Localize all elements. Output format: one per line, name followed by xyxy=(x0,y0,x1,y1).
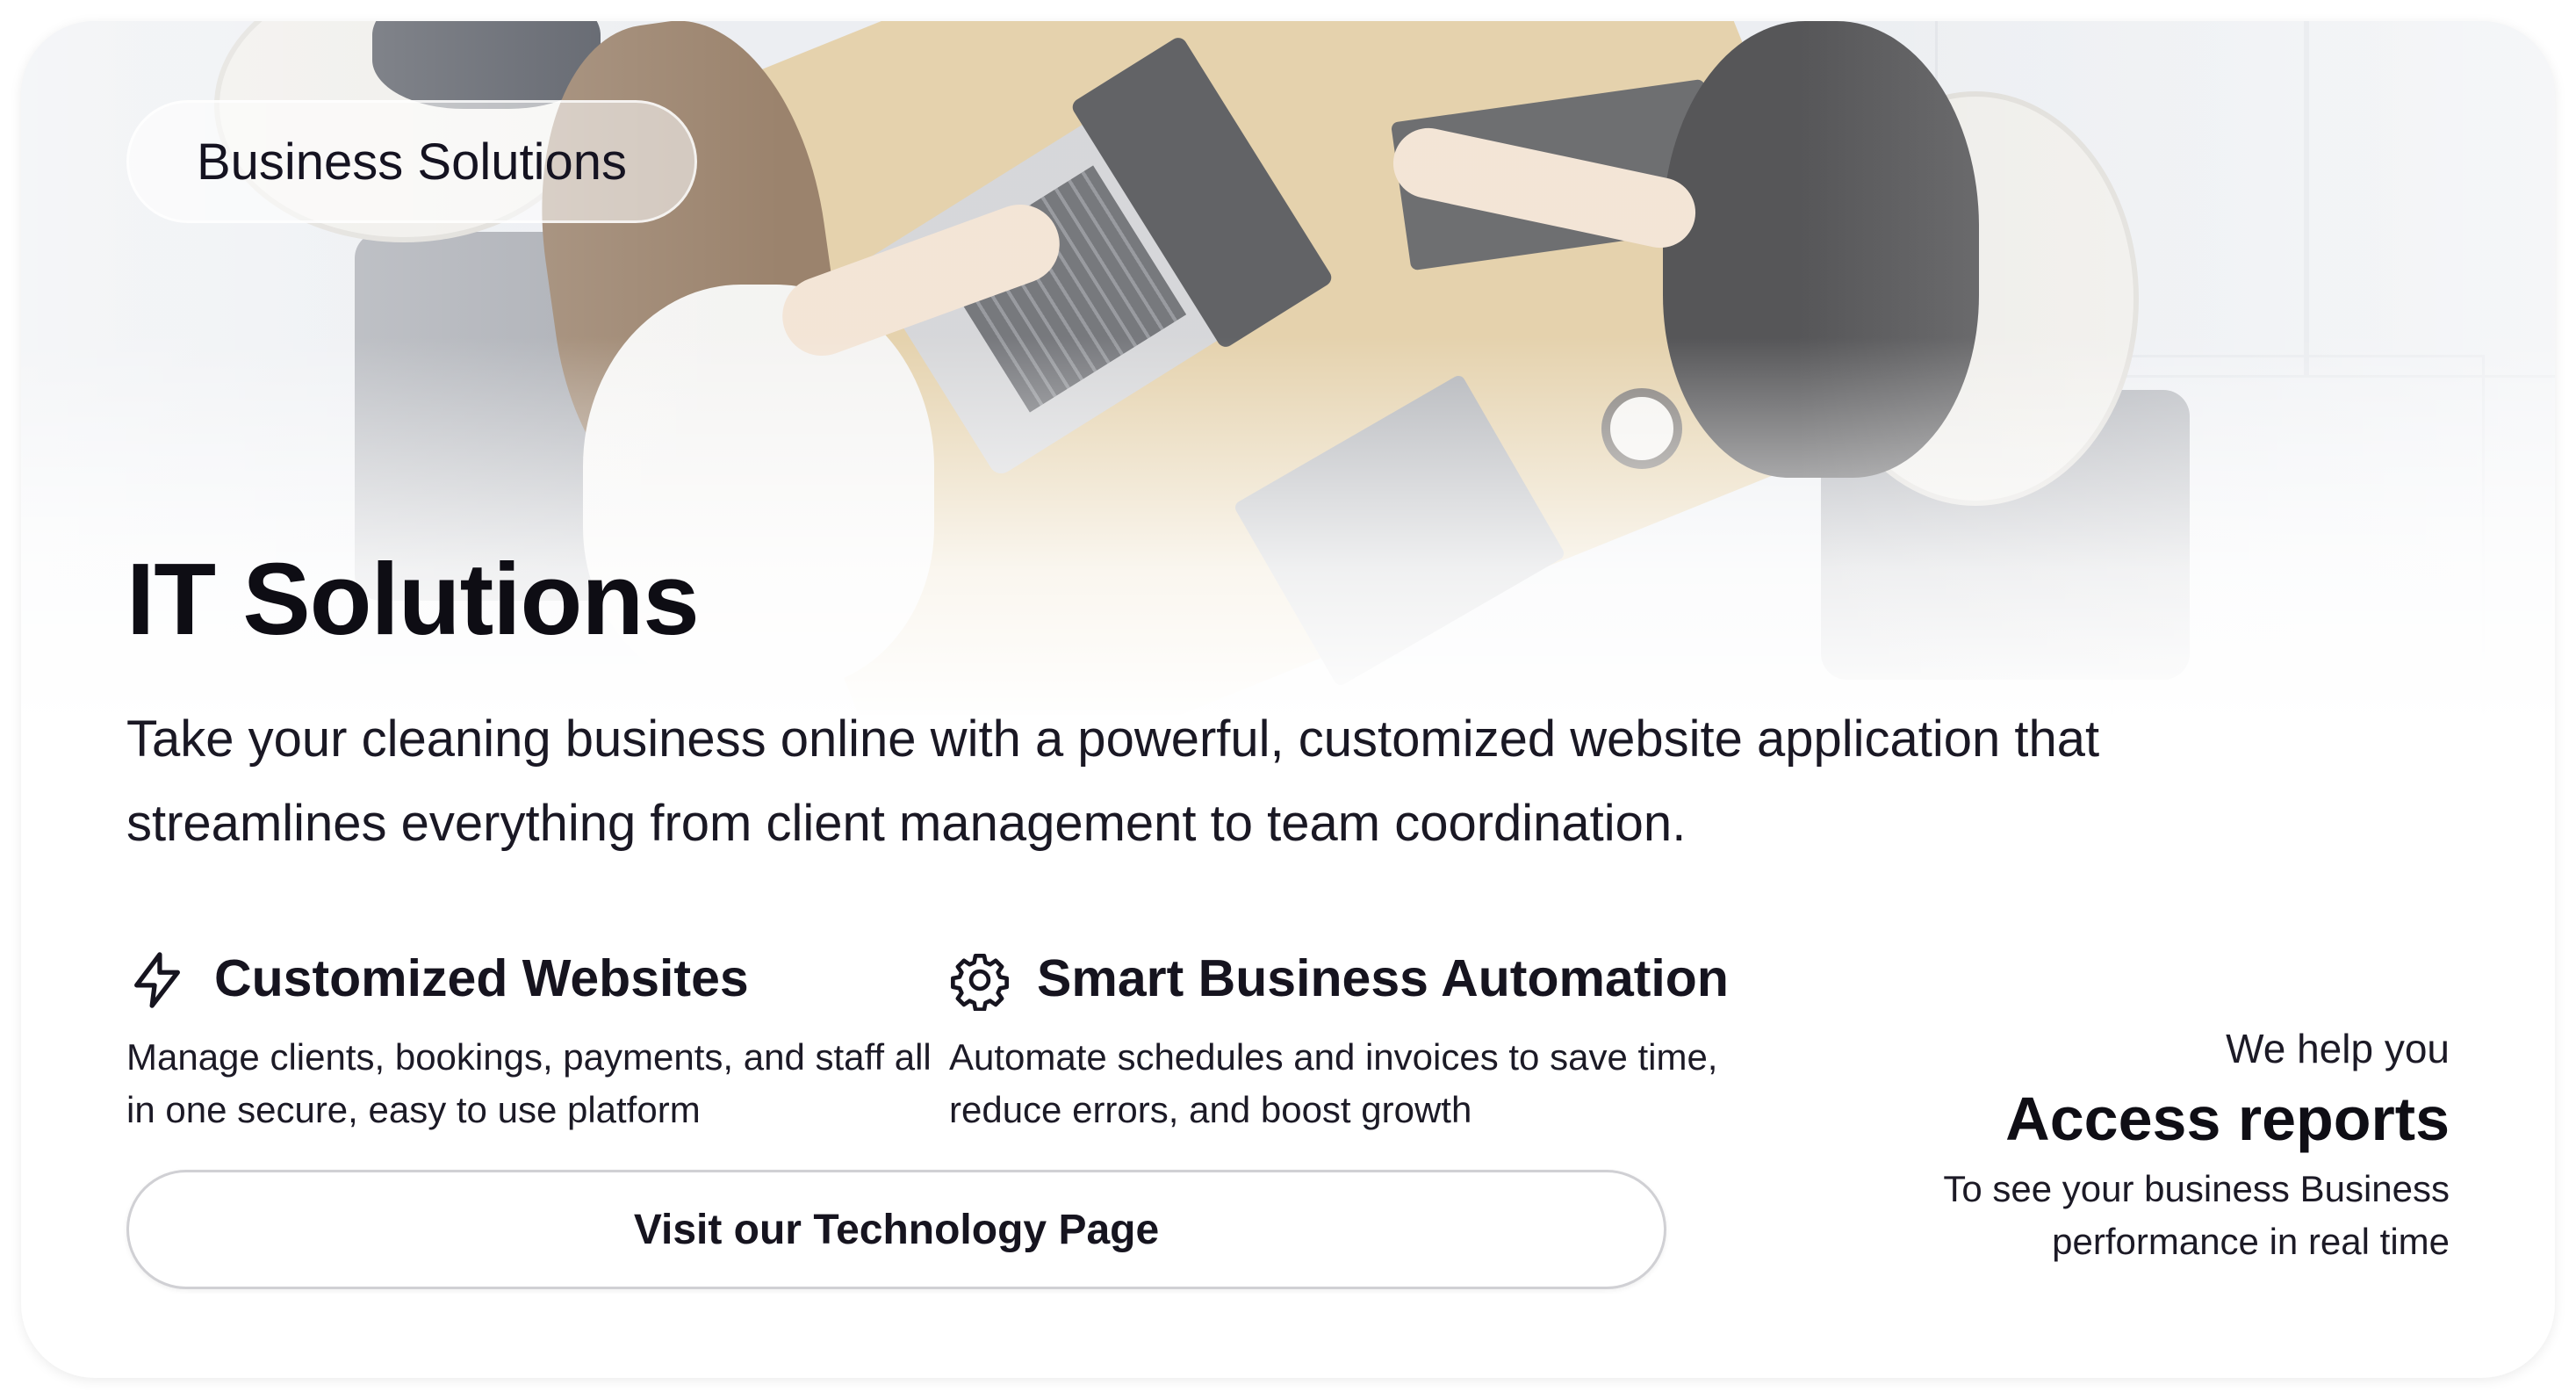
lightning-bolt-icon xyxy=(134,952,180,1008)
page-title: IT Solutions xyxy=(126,542,700,656)
highlight-subtext: To see your business Business performanc… xyxy=(1943,1168,2450,1262)
feature-title: Customized Websites xyxy=(214,949,749,1007)
business-solutions-badge: Business Solutions xyxy=(126,100,697,223)
highlight-kicker: We help you xyxy=(2226,1026,2450,1071)
reports-highlight: We help you Access reports To see your b… xyxy=(1782,1022,2450,1268)
hero-description: Take your cleaning business online with … xyxy=(126,710,2100,852)
feature-title: Smart Business Automation xyxy=(1037,949,1729,1007)
feature-description: Automate schedules and invoices to save … xyxy=(949,1036,1718,1130)
visit-technology-page-button[interactable]: Visit our Technology Page xyxy=(126,1170,1666,1289)
gear-icon xyxy=(951,953,1009,1011)
highlight-headline: Access reports xyxy=(2005,1085,2450,1153)
feature-description: Manage clients, bookings, payments, and … xyxy=(126,1036,932,1130)
it-solutions-card: Business Solutions IT Solutions Take you… xyxy=(21,21,2555,1378)
